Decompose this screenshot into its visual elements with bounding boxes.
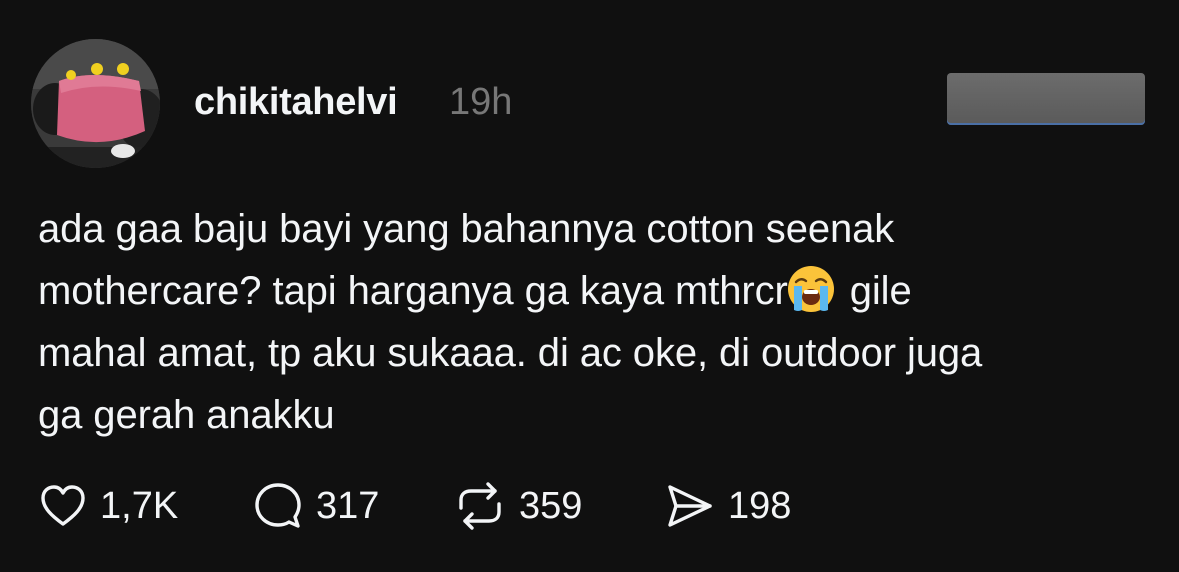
reply-button[interactable]: 317 (252, 480, 379, 532)
follow-button-redacted[interactable] (947, 73, 1145, 125)
repost-arrows-icon (459, 482, 501, 530)
post-text-line: mahal amat, tp aku sukaaa. di ac oke, di… (38, 331, 983, 375)
repost-button[interactable]: 359 (453, 480, 582, 532)
post-text-line: ga gerah anakku (38, 393, 335, 437)
crying-face-emoji-icon (787, 266, 834, 312)
share-count: 198 (728, 485, 792, 527)
post-timestamp[interactable]: 19h (449, 79, 512, 125)
post-text-line: mothercare? tapi harganya ga kaya mthrcr… (38, 260, 1148, 322)
post-actions: 1,7K 317 359 198 (0, 480, 1179, 532)
post-username[interactable]: chikitahelvi (194, 79, 398, 125)
share-button[interactable]: 198 (664, 480, 791, 532)
post-text-segment: gile (849, 269, 912, 313)
speech-bubble-icon (255, 483, 301, 528)
like-button[interactable]: 1,7K (38, 480, 178, 532)
paper-plane-icon (668, 485, 712, 527)
like-count: 1,7K (100, 485, 179, 527)
heart-icon (41, 485, 85, 526)
reply-count: 317 (316, 485, 380, 527)
post-text-line: ada gaa baju bayi yang bahannya cotton s… (38, 207, 895, 251)
post-avatar[interactable] (31, 39, 160, 168)
repost-count: 359 (519, 485, 583, 527)
post-text-segment: mothercare? tapi harganya ga kaya mthrcr (38, 269, 788, 313)
post-body: ada gaa baju bayi yang bahannya cotton s… (38, 198, 1148, 446)
